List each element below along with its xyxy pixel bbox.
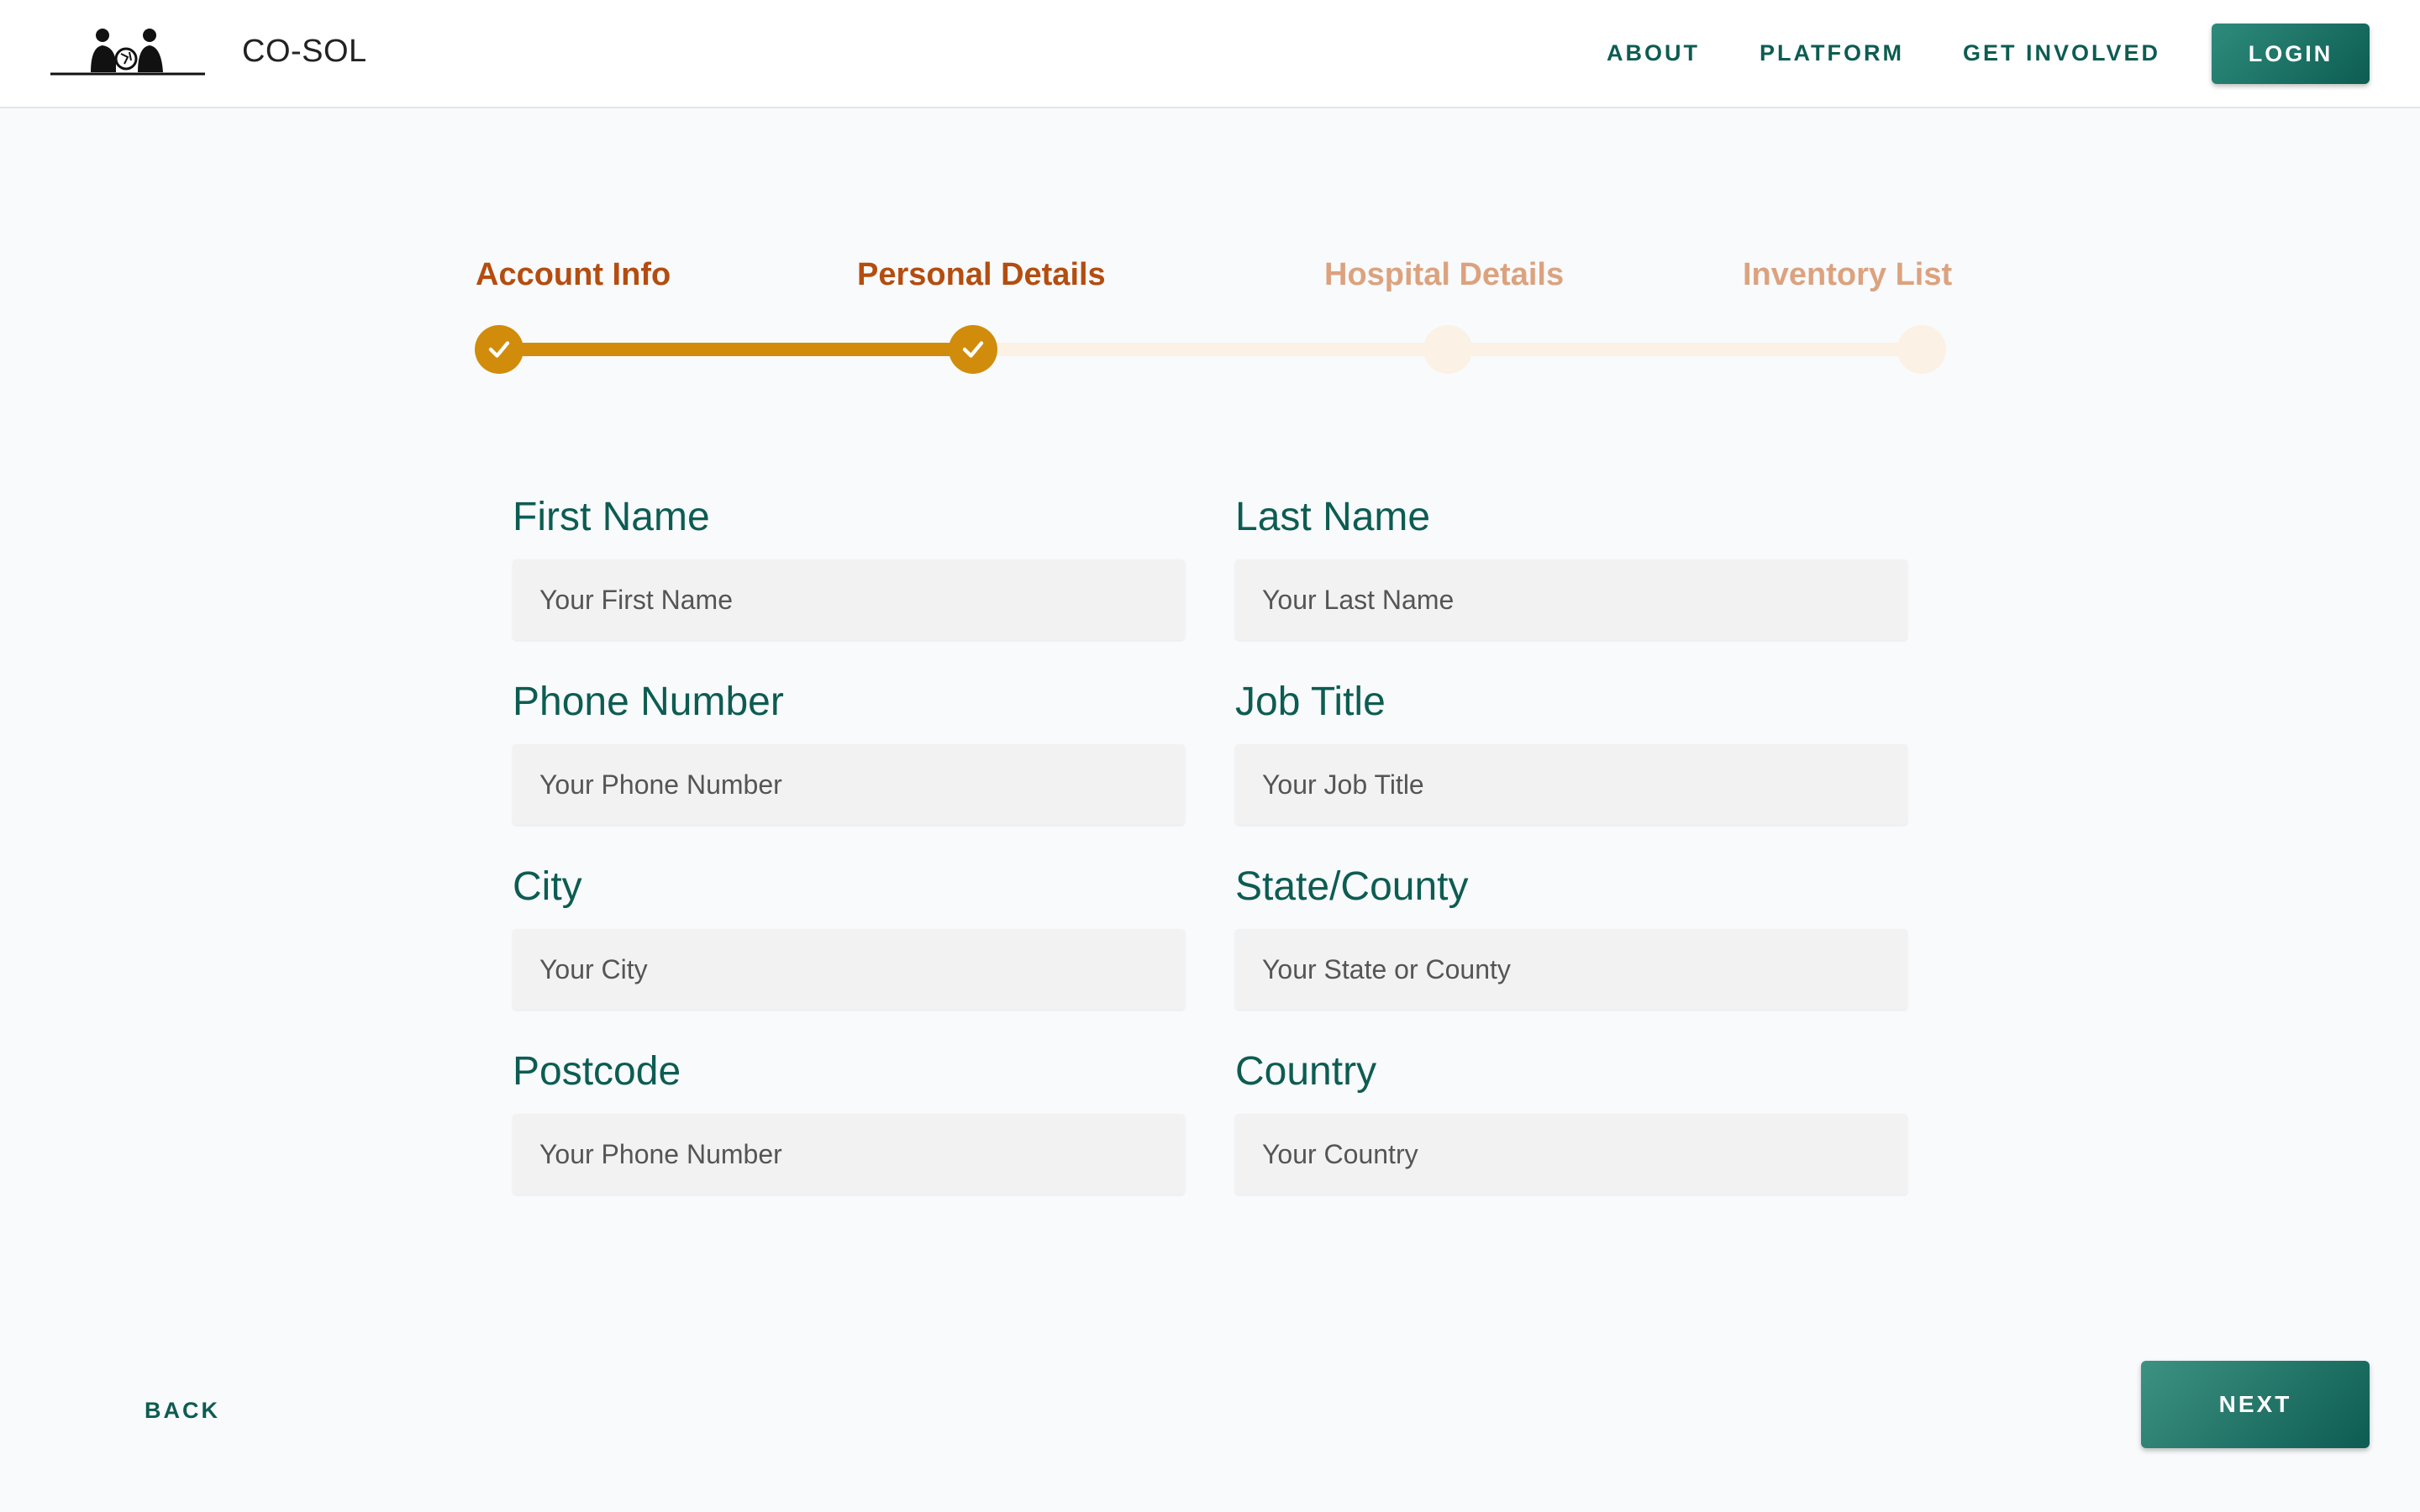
first-name-input[interactable] xyxy=(513,559,1185,640)
job-title-input[interactable] xyxy=(1235,744,1907,825)
back-button[interactable]: BACK xyxy=(145,1398,220,1424)
step-dot-hospital-details xyxy=(1423,325,1472,374)
step-dot-account-info xyxy=(475,325,523,374)
check-icon xyxy=(962,341,984,358)
postcode-label: Postcode xyxy=(513,1049,681,1094)
nav-platform[interactable]: PLATFORM xyxy=(1760,40,1904,66)
brand-name[interactable]: CO-SOL xyxy=(242,34,367,70)
nav-about[interactable]: ABOUT xyxy=(1607,40,1700,66)
phone-number-input[interactable] xyxy=(513,744,1185,825)
step-label-account-info: Account Info xyxy=(476,257,671,292)
city-label: City xyxy=(513,864,582,909)
top-header: CO-SOL ABOUT PLATFORM GET INVOLVED LOGIN xyxy=(0,0,2420,108)
phone-number-label: Phone Number xyxy=(513,680,784,724)
step-label-inventory-list: Inventory List xyxy=(1743,257,1953,292)
city-input[interactable] xyxy=(513,929,1185,1010)
next-button[interactable]: NEXT xyxy=(2141,1361,2370,1448)
nav-get-involved[interactable]: GET INVOLVED xyxy=(1963,40,2160,66)
check-icon xyxy=(488,341,510,358)
last-name-input[interactable] xyxy=(1235,559,1907,640)
country-input[interactable] xyxy=(1235,1114,1907,1194)
step-label-personal-details: Personal Details xyxy=(857,257,1106,292)
state-county-input[interactable] xyxy=(1235,929,1907,1010)
country-label: Country xyxy=(1235,1049,1377,1094)
last-name-label: Last Name xyxy=(1235,495,1431,539)
cosol-logo-icon[interactable] xyxy=(50,29,205,77)
first-name-label: First Name xyxy=(513,495,710,539)
step-dot-inventory-list xyxy=(1897,325,1946,374)
postcode-input[interactable] xyxy=(513,1114,1185,1194)
stepper-track-fill xyxy=(499,343,973,356)
state-county-label: State/County xyxy=(1235,864,1469,909)
job-title-label: Job Title xyxy=(1235,680,1386,724)
step-dot-personal-details xyxy=(949,325,997,374)
step-label-hospital-details: Hospital Details xyxy=(1324,257,1565,292)
login-button[interactable]: LOGIN xyxy=(2212,24,2370,84)
